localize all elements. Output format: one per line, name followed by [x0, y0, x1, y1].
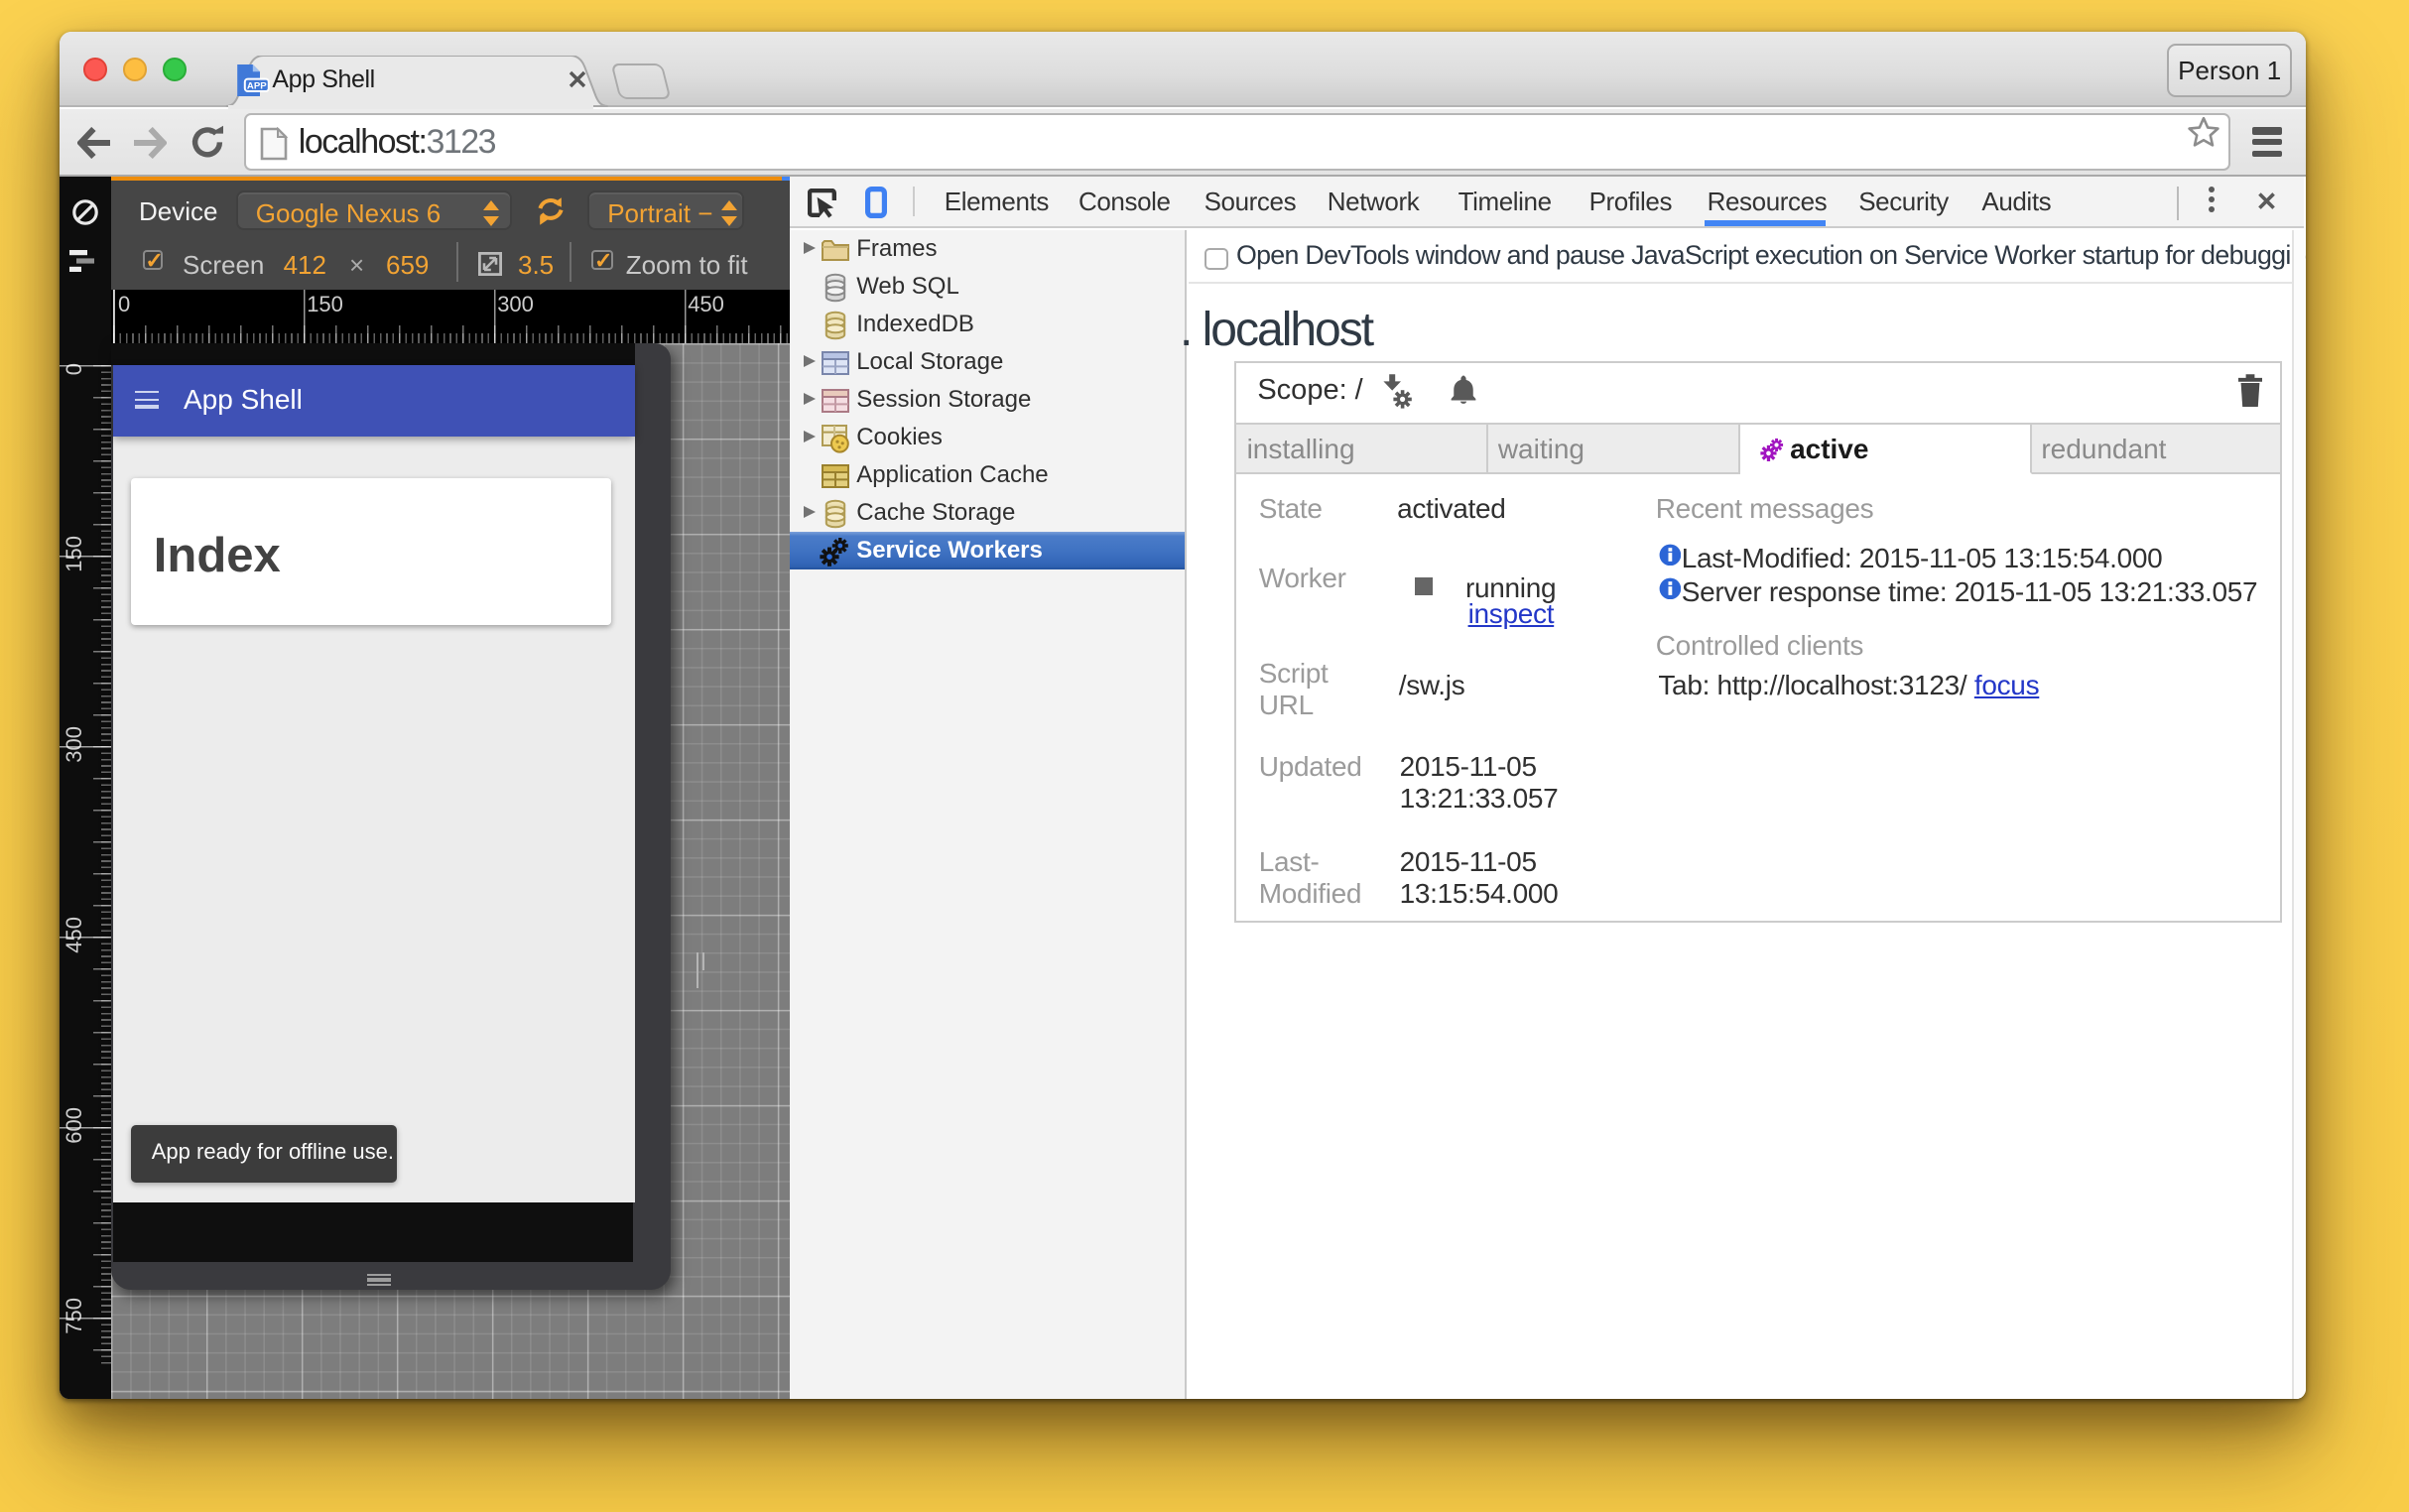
svg-text:APP: APP — [247, 80, 267, 91]
